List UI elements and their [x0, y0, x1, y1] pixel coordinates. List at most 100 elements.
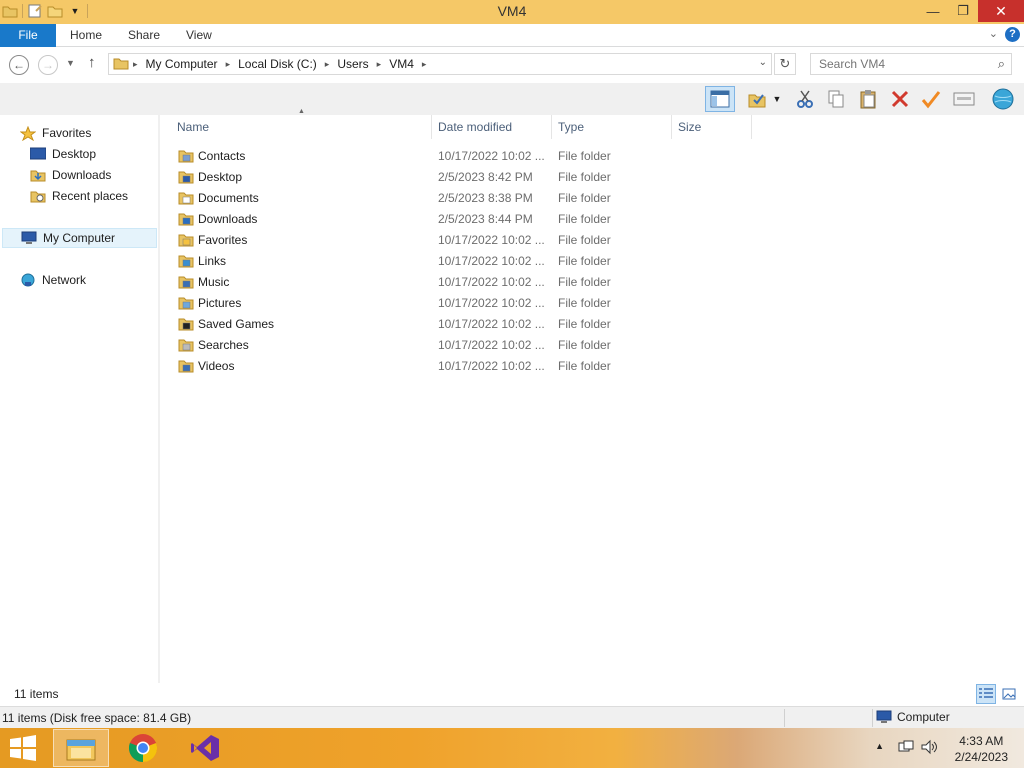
- file-type: File folder: [558, 253, 611, 268]
- minimize-button[interactable]: —: [918, 0, 948, 22]
- file-date-modified: 10/17/2022 10:02 ...: [438, 253, 545, 268]
- file-date-modified: 2/5/2023 8:38 PM: [438, 190, 533, 205]
- chevron-down-icon[interactable]: ⌄: [989, 27, 998, 40]
- up-button[interactable]: ↑: [88, 54, 96, 71]
- file-row[interactable]: Videos 10/17/2022 10:02 ... File folder: [174, 355, 754, 376]
- show-hidden-icons-button[interactable]: ▲: [875, 741, 884, 751]
- nav-network[interactable]: Network: [20, 270, 86, 290]
- breadcrumb-separator[interactable]: ▸: [422, 59, 427, 70]
- ribbon-tabs: File Home Share View ⌄ ?: [0, 24, 1024, 47]
- tab-share[interactable]: Share: [114, 24, 174, 47]
- address-bar[interactable]: ▸ My Computer ▸ Local Disk (C:) ▸ Users …: [108, 53, 772, 75]
- clock-date: 2/24/2023: [954, 750, 1008, 764]
- pictures-folder-icon: [178, 296, 194, 310]
- breadcrumb-separator[interactable]: ▸: [377, 59, 382, 70]
- volume-icon[interactable]: [920, 739, 938, 758]
- file-row[interactable]: Music 10/17/2022 10:02 ... File folder: [174, 271, 754, 292]
- visual-studio-icon: [191, 735, 219, 761]
- file-type: File folder: [558, 337, 611, 352]
- file-date-modified: 10/17/2022 10:02 ...: [438, 295, 545, 310]
- breadcrumb-my-computer[interactable]: My Computer: [146, 57, 218, 71]
- desktop-icon: [29, 147, 47, 161]
- navigation-bar: ← → ▼ ↑ ▸ My Computer ▸ Local Disk (C:) …: [0, 48, 1024, 82]
- tab-view[interactable]: View: [172, 24, 226, 47]
- check-folder-button[interactable]: [744, 86, 770, 112]
- large-icons-view-icon: [1002, 688, 1016, 700]
- check-folder-dropdown[interactable]: ▼: [770, 86, 784, 112]
- nav-favorites[interactable]: Favorites: [19, 123, 91, 143]
- large-icons-view-button[interactable]: [999, 684, 1019, 704]
- start-button[interactable]: [8, 734, 38, 762]
- system-clock[interactable]: 4:33 AM 2/24/2023: [955, 733, 1008, 765]
- chrome-icon: [128, 734, 158, 762]
- file-row[interactable]: Downloads 2/5/2023 8:44 PM File folder: [174, 208, 754, 229]
- file-row[interactable]: Searches 10/17/2022 10:02 ... File folder: [174, 334, 754, 355]
- window-title: VM4: [497, 3, 527, 19]
- nav-favorites-recent-places[interactable]: Recent places: [30, 186, 128, 206]
- preview-pane-button[interactable]: [705, 86, 735, 112]
- file-row[interactable]: Documents 2/5/2023 8:38 PM File folder: [174, 187, 754, 208]
- breadcrumb-separator[interactable]: ▸: [325, 59, 330, 70]
- copy-button[interactable]: [823, 86, 849, 112]
- file-row[interactable]: Desktop 2/5/2023 8:42 PM File folder: [174, 166, 754, 187]
- command-toolbar: ▼: [0, 83, 1024, 115]
- sort-ascending-icon: ▲: [298, 108, 305, 115]
- nav-favorites-desktop[interactable]: Desktop: [29, 144, 96, 164]
- properties-window-icon: [953, 92, 975, 106]
- cut-button[interactable]: [792, 86, 818, 112]
- file-row[interactable]: Favorites 10/17/2022 10:02 ... File folder: [174, 229, 754, 250]
- refresh-button[interactable]: ↻: [774, 53, 796, 75]
- taskbar-visual-studio[interactable]: [177, 729, 233, 767]
- breadcrumb-local-disk[interactable]: Local Disk (C:): [238, 57, 317, 71]
- file-type: File folder: [558, 211, 611, 226]
- recent-locations-button[interactable]: ▼: [66, 58, 75, 68]
- column-header-type[interactable]: Type: [552, 115, 672, 139]
- column-header-name[interactable]: Name: [171, 115, 432, 139]
- search-icon[interactable]: ⌕: [998, 56, 1005, 72]
- file-name: Music: [198, 274, 230, 289]
- tab-file[interactable]: File: [0, 24, 56, 47]
- breadcrumb-separator[interactable]: ▸: [226, 59, 231, 70]
- breadcrumb-vm4[interactable]: VM4: [389, 57, 414, 71]
- file-explorer-icon: [66, 739, 96, 761]
- nav-network-label: Network: [42, 273, 87, 287]
- computer-icon: [876, 710, 892, 723]
- paste-button[interactable]: [855, 86, 881, 112]
- delete-icon: [891, 90, 909, 108]
- forward-button[interactable]: →: [38, 55, 58, 75]
- nav-my-computer[interactable]: My Computer: [2, 228, 157, 248]
- links-folder-icon: [178, 254, 194, 268]
- column-header-size[interactable]: Size: [672, 115, 752, 139]
- clipboard-icon: [860, 90, 876, 109]
- breadcrumb-users[interactable]: Users: [337, 57, 368, 71]
- close-button[interactable]: ✕: [978, 0, 1024, 22]
- folder-icon: [113, 56, 129, 73]
- details-view-button[interactable]: [976, 684, 996, 704]
- properties-button[interactable]: [951, 86, 977, 112]
- music-folder-icon: [178, 275, 194, 289]
- help-icon[interactable]: ?: [1005, 27, 1020, 42]
- nav-item-label: Recent places: [52, 189, 129, 203]
- nav-favorites-downloads[interactable]: Downloads: [30, 165, 111, 185]
- taskbar-chrome[interactable]: [115, 729, 171, 767]
- back-button[interactable]: ←: [9, 55, 29, 75]
- file-row[interactable]: Saved Games 10/17/2022 10:02 ... File fold…: [174, 313, 754, 334]
- file-name: Contacts: [198, 148, 246, 163]
- delete-button[interactable]: [887, 86, 913, 112]
- taskbar-file-explorer[interactable]: [53, 729, 109, 767]
- breadcrumb-separator[interactable]: ▸: [133, 59, 138, 70]
- network-globe-button[interactable]: [990, 86, 1016, 112]
- network-tray-icon[interactable]: [898, 739, 914, 758]
- search-input[interactable]: [811, 54, 981, 74]
- rename-button[interactable]: [918, 86, 944, 112]
- downloads-icon: [30, 168, 46, 182]
- column-header-date-modified[interactable]: Date modified: [432, 115, 552, 139]
- address-history-dropdown[interactable]: ⌄: [759, 57, 767, 68]
- maximize-button[interactable]: ❐: [948, 0, 978, 22]
- checkmark-icon: [921, 91, 941, 109]
- file-row[interactable]: Contacts 10/17/2022 10:02 ... File folder: [174, 145, 754, 166]
- file-row[interactable]: Pictures 10/17/2022 10:02 ... File folder: [174, 292, 754, 313]
- tab-home[interactable]: Home: [56, 24, 116, 47]
- search-box[interactable]: ⌕: [810, 53, 1012, 75]
- file-row[interactable]: Links 10/17/2022 10:02 ... File folder: [174, 250, 754, 271]
